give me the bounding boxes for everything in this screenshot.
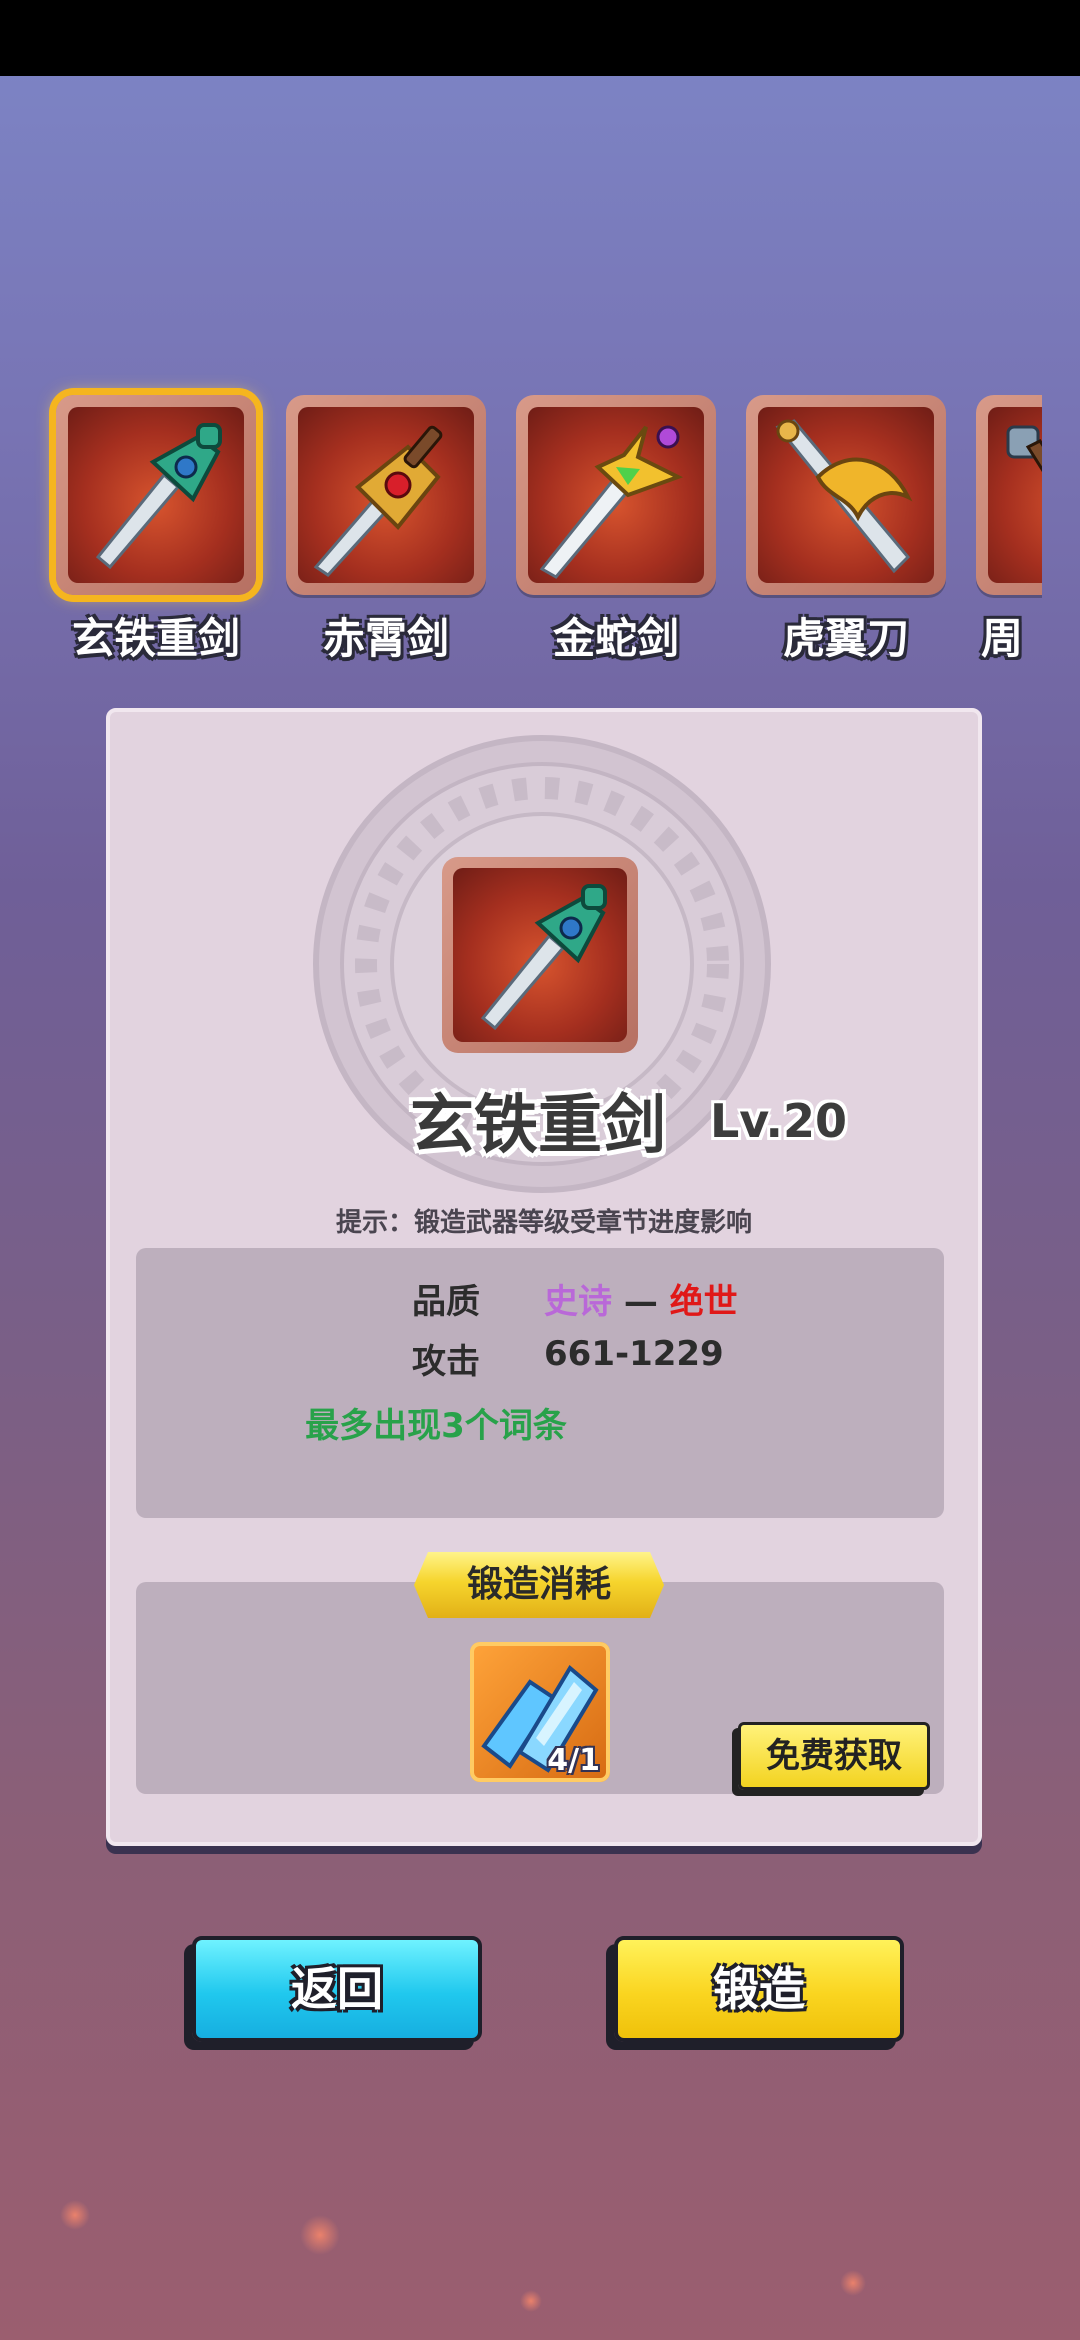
attack-row: 攻击 661-1229 (136, 1334, 944, 1384)
quality-row: 品质 史诗 — 绝世 (136, 1274, 944, 1324)
weapon-frame (976, 395, 1042, 595)
ember-particle (60, 2200, 90, 2230)
quality-value: 史诗 — 绝世 (544, 1274, 738, 1323)
weapon-name: 金蛇剑 (552, 614, 679, 663)
weapon-slot-xuantie[interactable]: 玄铁重剑 (56, 395, 256, 663)
quality-dash: — (623, 1282, 658, 1322)
selected-weapon-frame (442, 857, 638, 1053)
red-gem-sword-icon (313, 425, 443, 577)
ember-particle (840, 2270, 866, 2296)
partial-weapon-icon (1006, 425, 1042, 473)
attack-value: 661-1229 (544, 1334, 724, 1374)
weapon-name: 虎翼刀 (782, 614, 909, 663)
free-obtain-button[interactable]: 免费获取 (738, 1722, 930, 1790)
weapon-frame (56, 395, 256, 595)
back-button[interactable]: 返回 (192, 1936, 482, 2042)
ember-particle (300, 2215, 340, 2255)
weapon-name: 赤霄剑 (322, 614, 449, 663)
weapon-level: Lv.20 (710, 1094, 848, 1148)
weapon-title: 玄铁重剑 (410, 1089, 666, 1163)
weapon-slot-chixiao[interactable]: 赤霄剑 (286, 395, 486, 663)
material-slot[interactable]: 4/1 (470, 1642, 610, 1782)
quality-label: 品质 (412, 1282, 480, 1322)
weapon-slot-partial[interactable]: 周 (976, 395, 1042, 660)
weapon-name: 玄铁重剑 (71, 614, 240, 663)
weapon-frame (286, 395, 486, 595)
weapon-slot-jinshe[interactable]: 金蛇剑 (516, 395, 716, 663)
ember-particle (520, 2290, 542, 2312)
weapon-slot-huyi[interactable]: 虎翼刀 (746, 395, 946, 663)
forge-panel: 玄铁重剑 Lv.20 提示：锻造武器等级受章节进度影响 品质 史诗 — 绝世 攻… (106, 708, 982, 1846)
affix-note: 最多出现3个词条 (305, 1406, 567, 1446)
weapon-selector: 玄铁重剑 赤霄剑 金蛇剑 虎翼刀 周 (0, 395, 1080, 675)
weapon-name: 周 (980, 614, 1023, 660)
weapon-stats: 品质 史诗 — 绝世 攻击 661-1229 最多出现3个词条 (136, 1248, 944, 1518)
attack-label: 攻击 (412, 1342, 480, 1382)
quality-epic: 史诗 (544, 1282, 612, 1322)
material-count: 4/1 (547, 1743, 600, 1778)
heavy-sword-icon (480, 884, 607, 1031)
tiger-wing-blade-icon (775, 419, 913, 574)
forge-cost-title: 锻造消耗 (414, 1552, 664, 1618)
golden-snake-sword-icon (539, 425, 684, 579)
forge-hint: 提示：锻造武器等级受章节进度影响 (335, 1208, 752, 1238)
status-bar (0, 0, 1080, 76)
heavy-sword-icon (95, 423, 222, 570)
weapon-frame (516, 395, 716, 595)
forge-button[interactable]: 锻造 (614, 1936, 904, 2042)
quality-legendary: 绝世 (669, 1282, 738, 1322)
weapon-frame (746, 395, 946, 595)
